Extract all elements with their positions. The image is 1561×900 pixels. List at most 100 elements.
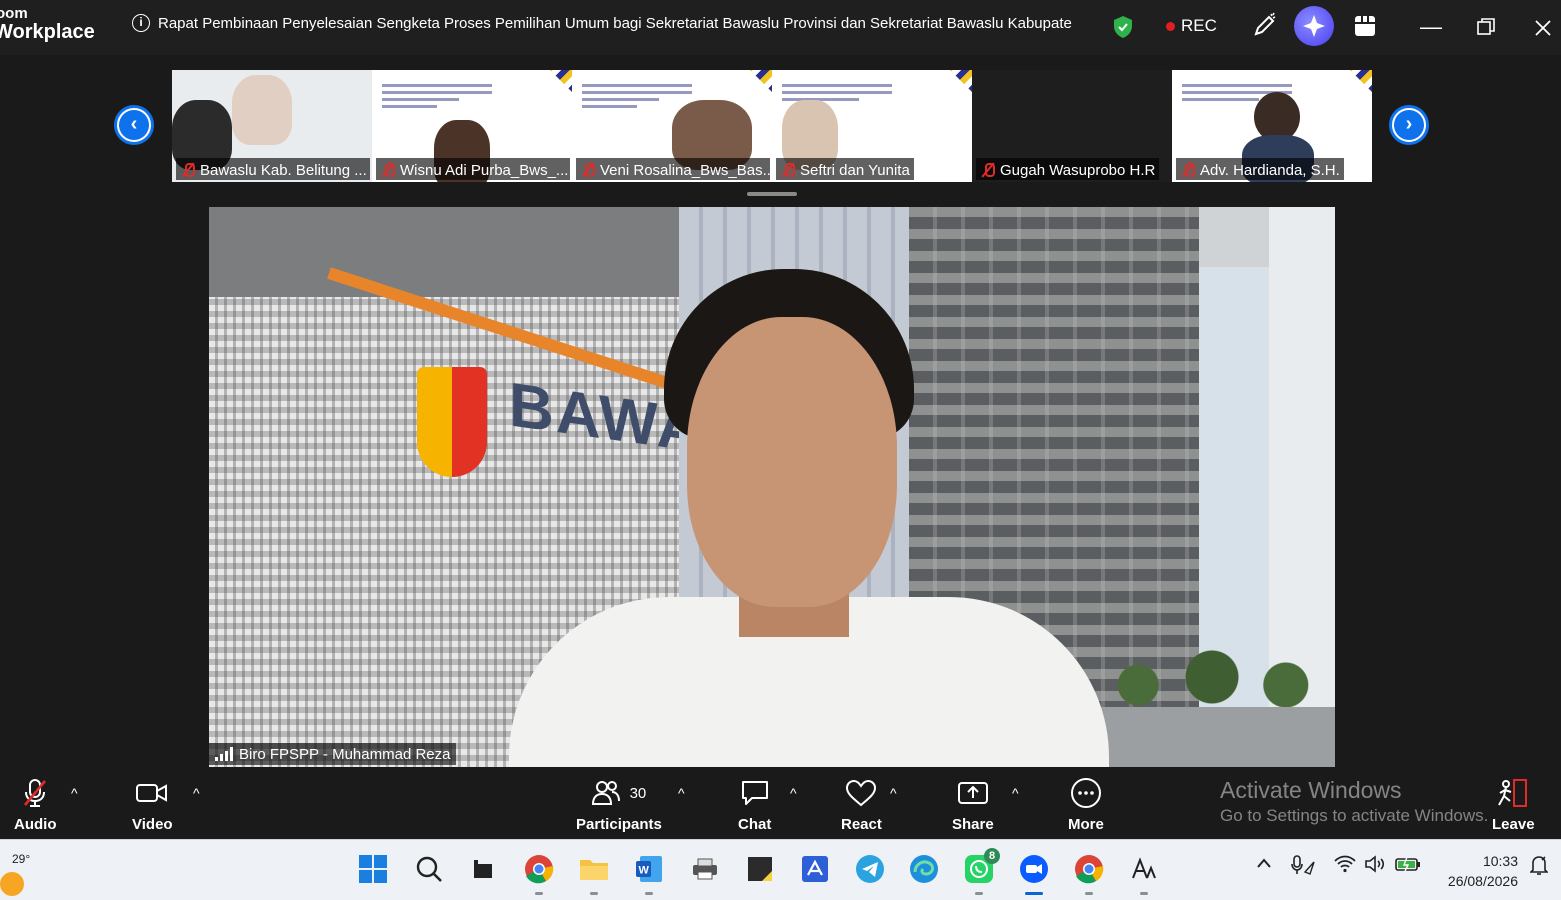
speaker-name-label: Biro FPSPP - Muhammad Reza: [209, 743, 457, 765]
restore-icon[interactable]: [1477, 18, 1495, 36]
chat-button[interactable]: Chat: [738, 777, 771, 833]
sticky-notes-icon: [748, 857, 772, 881]
text-a-icon: [1132, 857, 1156, 879]
info-icon[interactable]: i: [132, 14, 150, 32]
app-running-indicator: [535, 892, 543, 895]
calendar-app-icon: [802, 856, 828, 882]
title-bar: oom Workplace i Rapat Pembinaan Penyeles…: [0, 0, 1561, 55]
recording-dot-icon: [1166, 21, 1175, 31]
video-tile[interactable]: Wisnu Adi Purba_Bws_...: [372, 70, 572, 182]
apps-grid-icon[interactable]: [1354, 15, 1376, 37]
windows-logo-icon: [359, 855, 387, 883]
app-active-indicator: [1025, 892, 1043, 895]
minimize-button[interactable]: —: [1420, 14, 1442, 40]
participants-button[interactable]: 30 Participants: [576, 777, 662, 833]
sparkle-icon: [1303, 15, 1325, 37]
close-icon[interactable]: [1534, 19, 1552, 37]
tile-name-label: Gugah Wasuprobo H.R: [976, 158, 1160, 180]
video-background: [1089, 637, 1335, 717]
taskbar-app-zoom[interactable]: [1017, 852, 1051, 895]
taskbar-app-whatsapp[interactable]: 8: [962, 848, 1000, 895]
slide-decoration: [1340, 70, 1372, 102]
participant-video: [232, 75, 292, 145]
mic-muted-icon: [780, 162, 796, 178]
svg-text:W: W: [639, 865, 650, 877]
chrome-icon: [525, 855, 554, 884]
share-options-caret[interactable]: ^: [1012, 785, 1019, 801]
mic-muted-icon: [980, 162, 996, 178]
heart-icon: [846, 779, 877, 807]
video-background: [209, 207, 679, 297]
chat-bubble-icon: [741, 781, 768, 805]
more-button[interactable]: More: [1068, 777, 1104, 833]
speaker-figure: [687, 317, 897, 607]
start-button[interactable]: [356, 852, 390, 886]
windows-taskbar: 29° W 8 10:33 26/08/2026: [0, 839, 1561, 900]
search-button[interactable]: [412, 852, 446, 886]
microphone-location-indicator[interactable]: [1290, 854, 1316, 879]
mic-muted-icon: [380, 162, 396, 178]
video-options-caret[interactable]: ^: [193, 785, 200, 801]
taskbar-app-acrobat[interactable]: [1127, 852, 1161, 895]
taskbar-app-zoom-scheduler[interactable]: [798, 852, 832, 886]
taskbar-app-sticky-notes[interactable]: [743, 852, 777, 886]
video-tile[interactable]: Adv. Hardianda, S.H.: [1172, 70, 1372, 182]
mic-muted-icon: [580, 162, 596, 178]
folder-icon: [580, 860, 608, 880]
video-tile[interactable]: Bawaslu Kab. Belitung ...: [172, 70, 372, 182]
leave-button[interactable]: Leave: [1492, 777, 1535, 833]
participants-icon: [591, 781, 620, 805]
ai-companion-button[interactable]: [1294, 6, 1334, 46]
react-button[interactable]: React: [841, 777, 882, 833]
filmstrip-prev-button[interactable]: ‹: [114, 105, 154, 145]
chat-options-caret[interactable]: ^: [790, 785, 797, 801]
shield-icon[interactable]: [1113, 15, 1133, 39]
annotate-pen-icon[interactable]: [1252, 12, 1278, 38]
taskbar-app-edge[interactable]: [907, 852, 941, 886]
audio-button[interactable]: Audio: [14, 777, 57, 833]
taskbar-app-telegram[interactable]: [853, 852, 887, 886]
windows-activation-watermark: Activate Windows Go to Settings to activ…: [1220, 777, 1489, 825]
taskbar-app-word[interactable]: W: [632, 852, 666, 895]
participants-options-caret[interactable]: ^: [678, 785, 685, 801]
chevron-left-icon: ‹: [119, 110, 149, 140]
speaker-volume-icon: [1365, 855, 1385, 873]
slide-content: [382, 84, 492, 112]
taskbar-app-chrome-profile[interactable]: [1072, 852, 1106, 895]
audio-options-caret[interactable]: ^: [71, 785, 78, 801]
telegram-icon: [856, 855, 884, 883]
recording-label: REC: [1181, 16, 1217, 35]
slide-decoration: [540, 70, 572, 102]
active-speaker-video[interactable]: BAWASLU Biro FPSPP - Muhammad Reza: [209, 207, 1335, 767]
react-options-caret[interactable]: ^: [890, 785, 897, 801]
video-tile[interactable]: Veni Rosalina_Bws_Bas...: [572, 70, 772, 182]
slide-decoration: [940, 70, 972, 102]
video-tile[interactable]: Gugah Wasuprobo H.R: [972, 70, 1172, 182]
word-icon: W: [636, 856, 662, 882]
meeting-title: Rapat Pembinaan Penyelesaian Sengketa Pr…: [158, 14, 1072, 32]
more-dots-icon: [1070, 778, 1101, 808]
taskbar-app-printer[interactable]: [688, 852, 722, 886]
zoom-icon: [1020, 855, 1048, 883]
video-button[interactable]: Video: [132, 777, 173, 833]
taskbar-app-chrome[interactable]: [522, 852, 556, 895]
system-clock[interactable]: 10:33 26/08/2026: [1438, 851, 1518, 891]
video-background: [1089, 707, 1335, 767]
show-hidden-icons-button[interactable]: [1256, 856, 1272, 873]
participants-count: 30: [629, 784, 647, 802]
share-button[interactable]: Share: [952, 777, 994, 833]
printer-icon: [693, 858, 717, 880]
task-view-button[interactable]: [466, 852, 500, 886]
meeting-info[interactable]: i Rapat Pembinaan Penyelesaian Sengketa …: [132, 14, 1072, 32]
volume-button[interactable]: [1364, 855, 1386, 876]
search-icon: [416, 856, 442, 882]
notifications-button[interactable]: [1529, 854, 1549, 879]
wifi-button[interactable]: [1334, 855, 1356, 876]
video-tile[interactable]: Seftri dan Yunita: [772, 70, 972, 182]
taskbar-app-file-explorer[interactable]: [577, 852, 611, 895]
filmstrip-next-button[interactable]: ›: [1389, 105, 1429, 145]
battery-button[interactable]: [1395, 856, 1421, 875]
recording-indicator[interactable]: REC: [1166, 16, 1217, 36]
tile-name-label: Wisnu Adi Purba_Bws_...: [376, 158, 570, 180]
filmstrip-scroll-indicator[interactable]: [747, 192, 797, 196]
